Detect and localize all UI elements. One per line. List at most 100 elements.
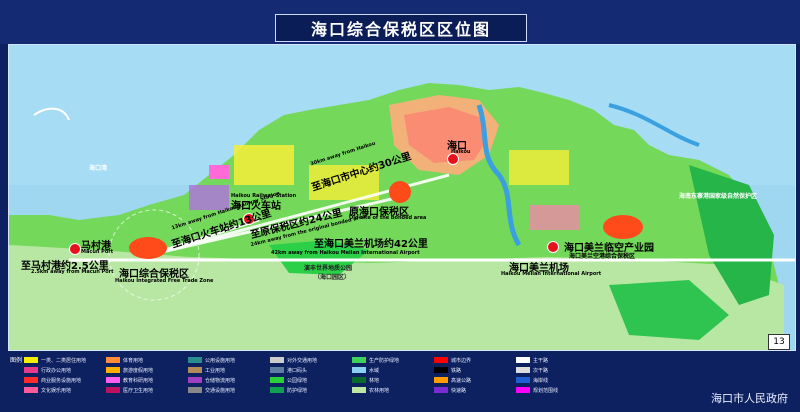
- legend-swatch: [188, 377, 202, 383]
- legend-swatch: [106, 377, 120, 383]
- header: 海口综合保税区区位图: [0, 0, 800, 44]
- legend-item: 林地: [352, 376, 379, 384]
- legend-swatch: [106, 357, 120, 363]
- airport-zone-block: [529, 205, 579, 230]
- footer-issuer: 海口市人民政府: [711, 392, 788, 405]
- legend-item: 高速公路: [434, 376, 471, 384]
- legend-swatch: [24, 387, 38, 393]
- map-document: 海口综合保税区区位图 海口 Haikou 海口美兰临空产业园 海口美兰空港综合保…: [0, 0, 800, 412]
- legend-swatch: [270, 357, 284, 363]
- legend-item: 工业用地: [188, 366, 225, 374]
- legend-label: 高速公路: [451, 377, 472, 384]
- legend-swatch: [352, 377, 366, 383]
- legend-swatch: [188, 357, 202, 363]
- legend-item: 城市边界: [434, 356, 471, 364]
- legend-item: 教育科研用地: [106, 376, 153, 384]
- legend-label: 主干路: [533, 357, 549, 364]
- legend-label: 一类、二类居住用地: [41, 357, 87, 364]
- legend-item: 交通设施用地: [188, 386, 235, 394]
- haikou-bay-label: 海口湾: [89, 165, 108, 172]
- legend-item: 港口码头: [270, 366, 307, 374]
- world-park-sub-label: （海口园区）: [314, 274, 351, 281]
- legend-item: 文化娱乐用地: [24, 386, 71, 394]
- legend-label: 城市边界: [451, 357, 472, 364]
- legend-swatch: [24, 357, 38, 363]
- legend-swatch: [24, 377, 38, 383]
- legend-item: 旅游度假用地: [106, 366, 153, 374]
- legend-label: 对外交通用地: [287, 357, 318, 364]
- special-block: [209, 165, 229, 179]
- legend-label: 旅游度假用地: [123, 367, 154, 374]
- legend-label: 水域: [369, 367, 380, 374]
- airport-dist-label-en: 42km away from Haikou Meilan Internation…: [271, 250, 420, 256]
- legend-item: 铁路: [434, 366, 461, 374]
- legend-label: 防护绿地: [287, 387, 308, 394]
- meilan-airport-label-en: Haikou Meilan International Airport: [501, 271, 602, 277]
- legend-item: 对外交通用地: [270, 356, 317, 364]
- meilan-area-label: 海口美兰空港综合保税区: [569, 253, 636, 260]
- map-panel: 海口 Haikou 海口美兰临空产业园 海口美兰空港综合保税区 海口美兰机场 H…: [8, 44, 796, 351]
- macun-dot: [69, 243, 81, 255]
- industrial-block: [189, 185, 229, 210]
- legend-label: 体育用地: [123, 357, 144, 364]
- legend-swatch: [188, 387, 202, 393]
- page-title-text: 海口综合保税区区位图: [310, 20, 491, 39]
- legend-label: 规划范围线: [533, 387, 559, 394]
- legend-label: 林地: [369, 377, 380, 384]
- legend-item: 防护绿地: [270, 386, 307, 394]
- legend-item: 快速路: [434, 386, 466, 394]
- legend-label: 仓储物流用地: [205, 377, 236, 384]
- legend-label: 生产防护绿地: [369, 357, 400, 364]
- legend-item: 商业服务设施用地: [24, 376, 81, 384]
- legend-item: 公用设施用地: [188, 356, 235, 364]
- legend-label: 次干路: [533, 367, 549, 374]
- ftz-marker: [129, 237, 167, 259]
- legend-label: 医疗卫生用地: [123, 387, 154, 394]
- legend-title: 图例: [10, 357, 23, 364]
- macun-dist-label-en: 2.5km away from Macun Port: [31, 269, 114, 275]
- legend-swatch: [270, 377, 284, 383]
- legend-swatch: [434, 357, 448, 363]
- page-number-text: 13: [773, 337, 785, 347]
- legend-swatch: [270, 367, 284, 373]
- residential-east: [509, 150, 569, 185]
- legend-item: 仓储物流用地: [188, 376, 235, 384]
- legend-swatch: [106, 367, 120, 373]
- legend-swatch: [516, 357, 530, 363]
- legend-item: 农林用地: [352, 386, 389, 394]
- legend-swatch: [270, 387, 284, 393]
- legend-label: 文化娱乐用地: [41, 387, 72, 394]
- legend-label: 教育科研用地: [123, 377, 154, 384]
- legend-swatch: [516, 377, 530, 383]
- legend-swatch: [352, 357, 366, 363]
- legend-item: 海岸线: [516, 376, 548, 384]
- page-title: 海口综合保税区区位图: [275, 14, 527, 42]
- legend-label: 交通设施用地: [205, 387, 236, 394]
- legend-item: 水域: [352, 366, 379, 374]
- airport-dist-label: 至海口美兰机场约42公里: [314, 239, 428, 250]
- macun-label-en: Macun Port: [81, 249, 114, 255]
- legend-swatch: [106, 387, 120, 393]
- legend-item: 规划范围线: [516, 386, 558, 394]
- legend-label: 港口码头: [287, 367, 308, 374]
- legend-swatch: [352, 367, 366, 373]
- old-site-marker: [389, 181, 411, 203]
- legend-item: 生产防护绿地: [352, 356, 399, 364]
- page-number: 13: [768, 334, 790, 350]
- east-reserve-label: 海南东寨港国家级自然保护区: [679, 193, 758, 200]
- legend-label: 快速路: [451, 387, 467, 394]
- legend-label: 农林用地: [369, 387, 390, 394]
- legend-swatch: [188, 367, 202, 373]
- meilan-airport-dot: [547, 241, 559, 253]
- world-park-label: 演丰世界地质公园: [304, 265, 353, 272]
- legend-label: 公用设施用地: [205, 357, 236, 364]
- legend-label: 海岸线: [533, 377, 549, 384]
- residential-west: [234, 145, 294, 185]
- legend-swatch: [352, 387, 366, 393]
- legend-label: 铁路: [451, 367, 462, 374]
- legend-label: 商业服务设施用地: [41, 377, 82, 384]
- legend-swatch: [516, 367, 530, 373]
- legend-item: 体育用地: [106, 356, 143, 364]
- legend-item: 次干路: [516, 366, 548, 374]
- legend-swatch: [434, 367, 448, 373]
